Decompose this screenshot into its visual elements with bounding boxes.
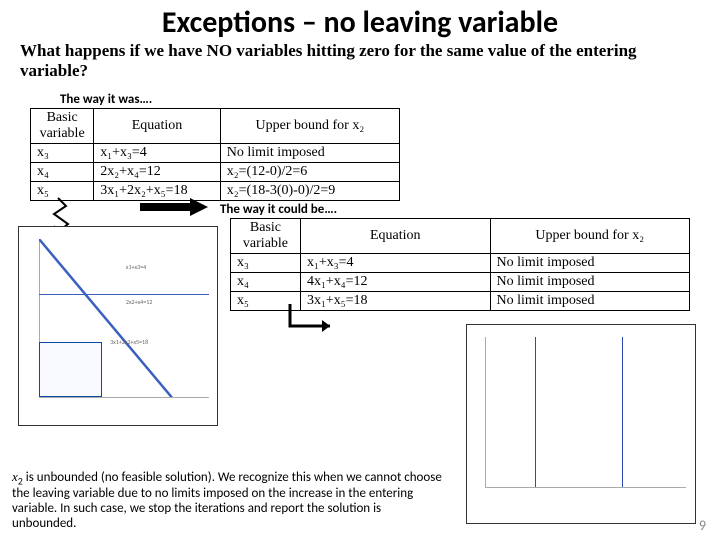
elbow-arrow-icon	[282, 302, 342, 342]
th: Upper bound for x₂	[490, 219, 689, 254]
caption-was: The way it was….	[60, 92, 152, 107]
cell: x₄	[31, 163, 94, 182]
conclusion-text: x2 is unbounded (no feasible solution). …	[12, 470, 442, 532]
table-row: x₄ 4x₁+x₄=12 No limit imposed	[231, 273, 690, 292]
cell: No limit imposed	[490, 254, 689, 273]
cell: x₃	[31, 144, 94, 163]
cell: No limit imposed	[490, 273, 689, 292]
caption-could-be: The way it could be….	[220, 202, 337, 217]
table-row: x₃ x₁+x₃=4 No limit imposed	[31, 144, 400, 163]
slide-title: Exceptions – no leaving variable	[0, 4, 720, 41]
plot-feasible-region: x1+x3=4 2x2+x4=12 3x1+2x2+x5=18	[18, 226, 218, 426]
table-row: x₃ x₁+x₃=4 No limit imposed	[231, 254, 690, 273]
slide-subtitle: What happens if we have NO variables hit…	[20, 41, 700, 80]
arrow-right-icon	[140, 200, 210, 214]
table-was: Basic variable Equation Upper bound for …	[30, 108, 400, 201]
cell: 4x₁+x₄=12	[300, 273, 490, 292]
plot-label: x1+x3=4	[126, 263, 146, 271]
cell: No limit imposed	[220, 144, 399, 163]
cell: x₃	[231, 254, 301, 273]
table-row: x₄ 2x₂+x₄=12 x₂=(12-0)/2=6	[31, 163, 400, 182]
plot-label: 3x1+2x2+x5=18	[110, 338, 148, 346]
th: Basic variable	[231, 219, 301, 254]
plot-unbounded	[466, 324, 696, 524]
th: Upper bound for x₂	[220, 109, 399, 144]
conclusion-body: is unbounded (no feasible solution). We …	[12, 470, 442, 531]
cell: x₁+x₃=4	[94, 144, 221, 163]
plot-label: 2x2+x4=12	[126, 298, 152, 306]
cell: 2x₂+x₄=12	[94, 163, 221, 182]
cell: x₄	[231, 273, 301, 292]
page-number: 9	[699, 517, 706, 534]
cell: No limit imposed	[490, 292, 689, 311]
th: Equation	[94, 109, 221, 144]
th: Basic variable	[31, 109, 94, 144]
cell: x₂=(12-0)/2=6	[220, 163, 399, 182]
th: Equation	[300, 219, 490, 254]
cell: x₁+x₃=4	[300, 254, 490, 273]
table-could-be: Basic variable Equation Upper bound for …	[230, 218, 690, 311]
cell: x₂=(18-3(0)-0)/2=9	[220, 182, 399, 201]
table-row: x₅ 3x₁+2x₂+x₅=18 x₂=(18-3(0)-0)/2=9	[31, 182, 400, 201]
